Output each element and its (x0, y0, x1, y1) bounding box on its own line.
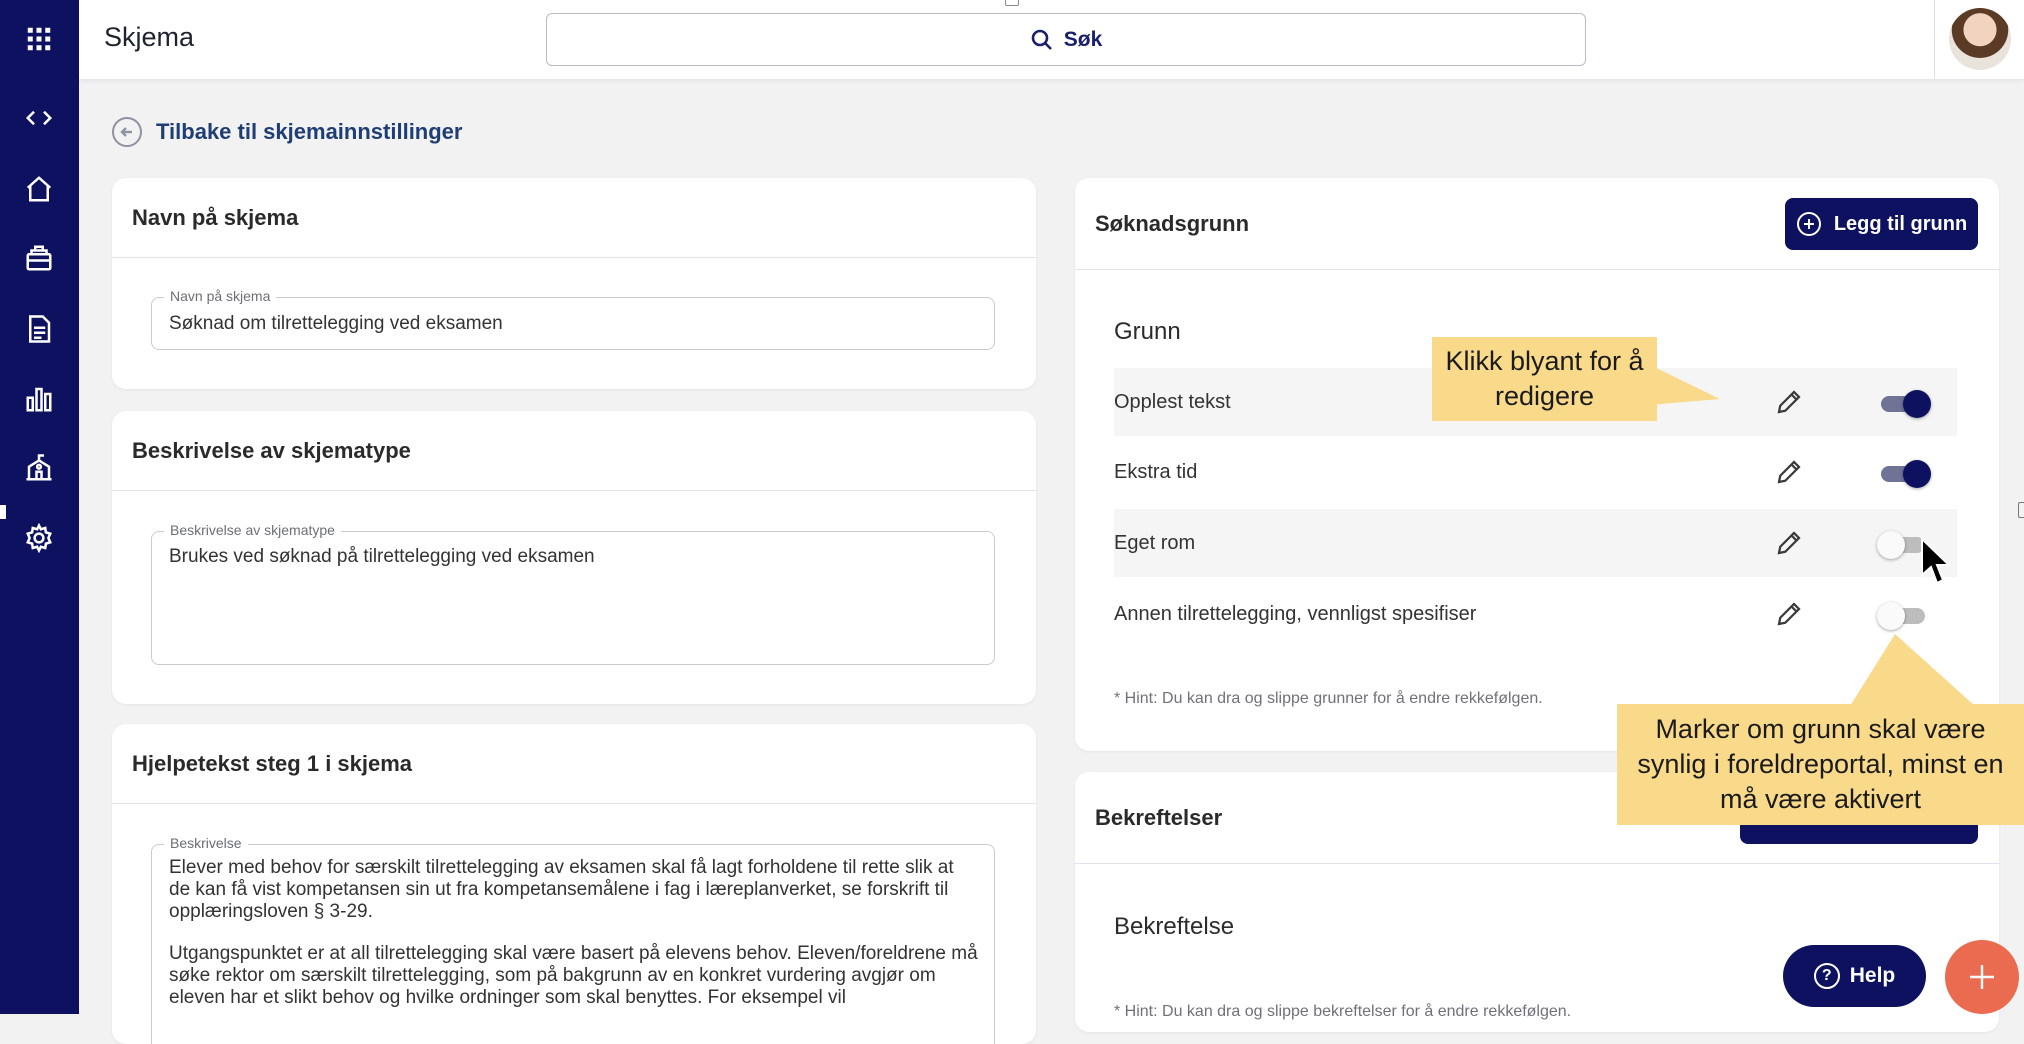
form-name-field[interactable]: Navn på skjema Søknad om tilrettelegging… (151, 288, 995, 350)
reason-label: Eget rom (1114, 531, 1196, 554)
school-building-icon[interactable] (20, 449, 58, 487)
helptext-paragraph: Elever med behov for særskilt tilrettele… (169, 857, 954, 922)
sidebar-marker (0, 505, 6, 519)
home-icon[interactable] (20, 170, 58, 208)
name-card-title: Navn på skjema (112, 178, 1036, 258)
helptext-card-title: Hjelpetekst steg 1 i skjema (112, 724, 1036, 804)
form-name-field-value: Søknad om tilrettelegging ved eksamen (169, 313, 503, 334)
topbar: Skjema Søk (79, 0, 2024, 79)
confirmations-column-title: Bekreftelse (1114, 913, 1235, 940)
pencil-icon[interactable] (1774, 457, 1804, 487)
gear-icon[interactable] (20, 519, 58, 557)
back-link-label: Tilbake til skjemainnstillinger (156, 119, 463, 144)
plus-icon (1970, 965, 1994, 989)
reason-row[interactable]: Eget rom (1114, 509, 1957, 577)
callout-arrow-up (1850, 634, 1975, 706)
add-reason-label: Legg til grunn (1833, 212, 1968, 235)
plus-circle-icon (1796, 212, 1821, 236)
helptext-field-label: Beskrivelse (164, 835, 248, 851)
description-card-title: Beskrivelse av skjematype (112, 411, 1036, 491)
back-link[interactable]: Tilbake til skjemainnstillinger (112, 117, 462, 147)
pencil-icon[interactable] (1774, 528, 1804, 558)
question-icon: ? (1813, 963, 1840, 989)
pencil-icon[interactable] (1774, 599, 1804, 629)
edit-hint-callout: Klikk blyant for å redigere (1432, 337, 1657, 421)
toggle-hint-callout: Marker om grunn skal være synlig i forel… (1617, 704, 2024, 825)
help-button[interactable]: ? Help (1783, 945, 1926, 1007)
code-icon[interactable] (20, 99, 58, 137)
mouse-cursor-icon (1921, 537, 1952, 585)
confirmations-hint: * Hint: Du kan dra og slippe bekreftelse… (1114, 1003, 1572, 1020)
app-title: Skjema (104, 22, 195, 52)
name-card: Navn på skjema Navn på skjema Søknad om … (112, 178, 1036, 389)
callout-arrow-right (1650, 365, 1720, 405)
document-icon[interactable] (20, 310, 58, 348)
arrow-left-icon (112, 117, 142, 147)
reason-label: Ekstra tid (1114, 460, 1198, 483)
reasons-column-title: Grunn (1114, 318, 1181, 345)
avatar[interactable] (1949, 8, 2011, 70)
window-handle (1005, 0, 1019, 6)
search-label: Søk (1063, 27, 1103, 51)
apps-grid-icon[interactable] (20, 20, 58, 58)
user-menu[interactable] (1934, 0, 2024, 79)
sidebar (0, 0, 79, 1014)
help-label: Help (1849, 964, 1896, 987)
reasons-hint: * Hint: Du kan dra og slippe grunner for… (1114, 690, 1543, 707)
visibility-toggle[interactable] (1879, 390, 1931, 418)
form-name-field-label: Navn på skjema (164, 288, 277, 304)
description-field-label: Beskrivelse av skjematype (164, 522, 341, 538)
add-reason-button[interactable]: Legg til grunn (1785, 198, 1978, 250)
school-bag-icon[interactable] (20, 239, 58, 277)
add-fab-button[interactable] (1945, 940, 2019, 1014)
search-icon (1031, 29, 1052, 50)
reason-label: Annen tilrettelegging, vennligst spesifi… (1114, 602, 1477, 625)
visibility-toggle[interactable] (1879, 460, 1931, 488)
helptext-field[interactable]: Beskrivelse Elever med behov for særskil… (151, 835, 995, 1044)
helptext-card: Hjelpetekst steg 1 i skjema Beskrivelse … (112, 724, 1036, 1044)
description-field[interactable]: Beskrivelse av skjematype Brukes ved søk… (151, 522, 995, 665)
description-card: Beskrivelse av skjematype Beskrivelse av… (112, 411, 1036, 704)
bar-chart-icon[interactable] (20, 380, 58, 418)
helptext-paragraph: Utgangspunktet er at all tilrettelegging… (169, 943, 978, 1008)
reason-row[interactable]: Annen tilrettelegging, vennligst spesifi… (1114, 580, 1957, 648)
window-handle (2018, 502, 2024, 518)
reason-row[interactable]: Ekstra tid (1114, 438, 1957, 506)
description-field-value: Brukes ved søknad på tilrettelegging ved… (169, 546, 595, 567)
pencil-icon[interactable] (1774, 387, 1804, 417)
visibility-toggle[interactable] (1877, 602, 1927, 630)
search-button[interactable]: Søk (546, 13, 1586, 66)
